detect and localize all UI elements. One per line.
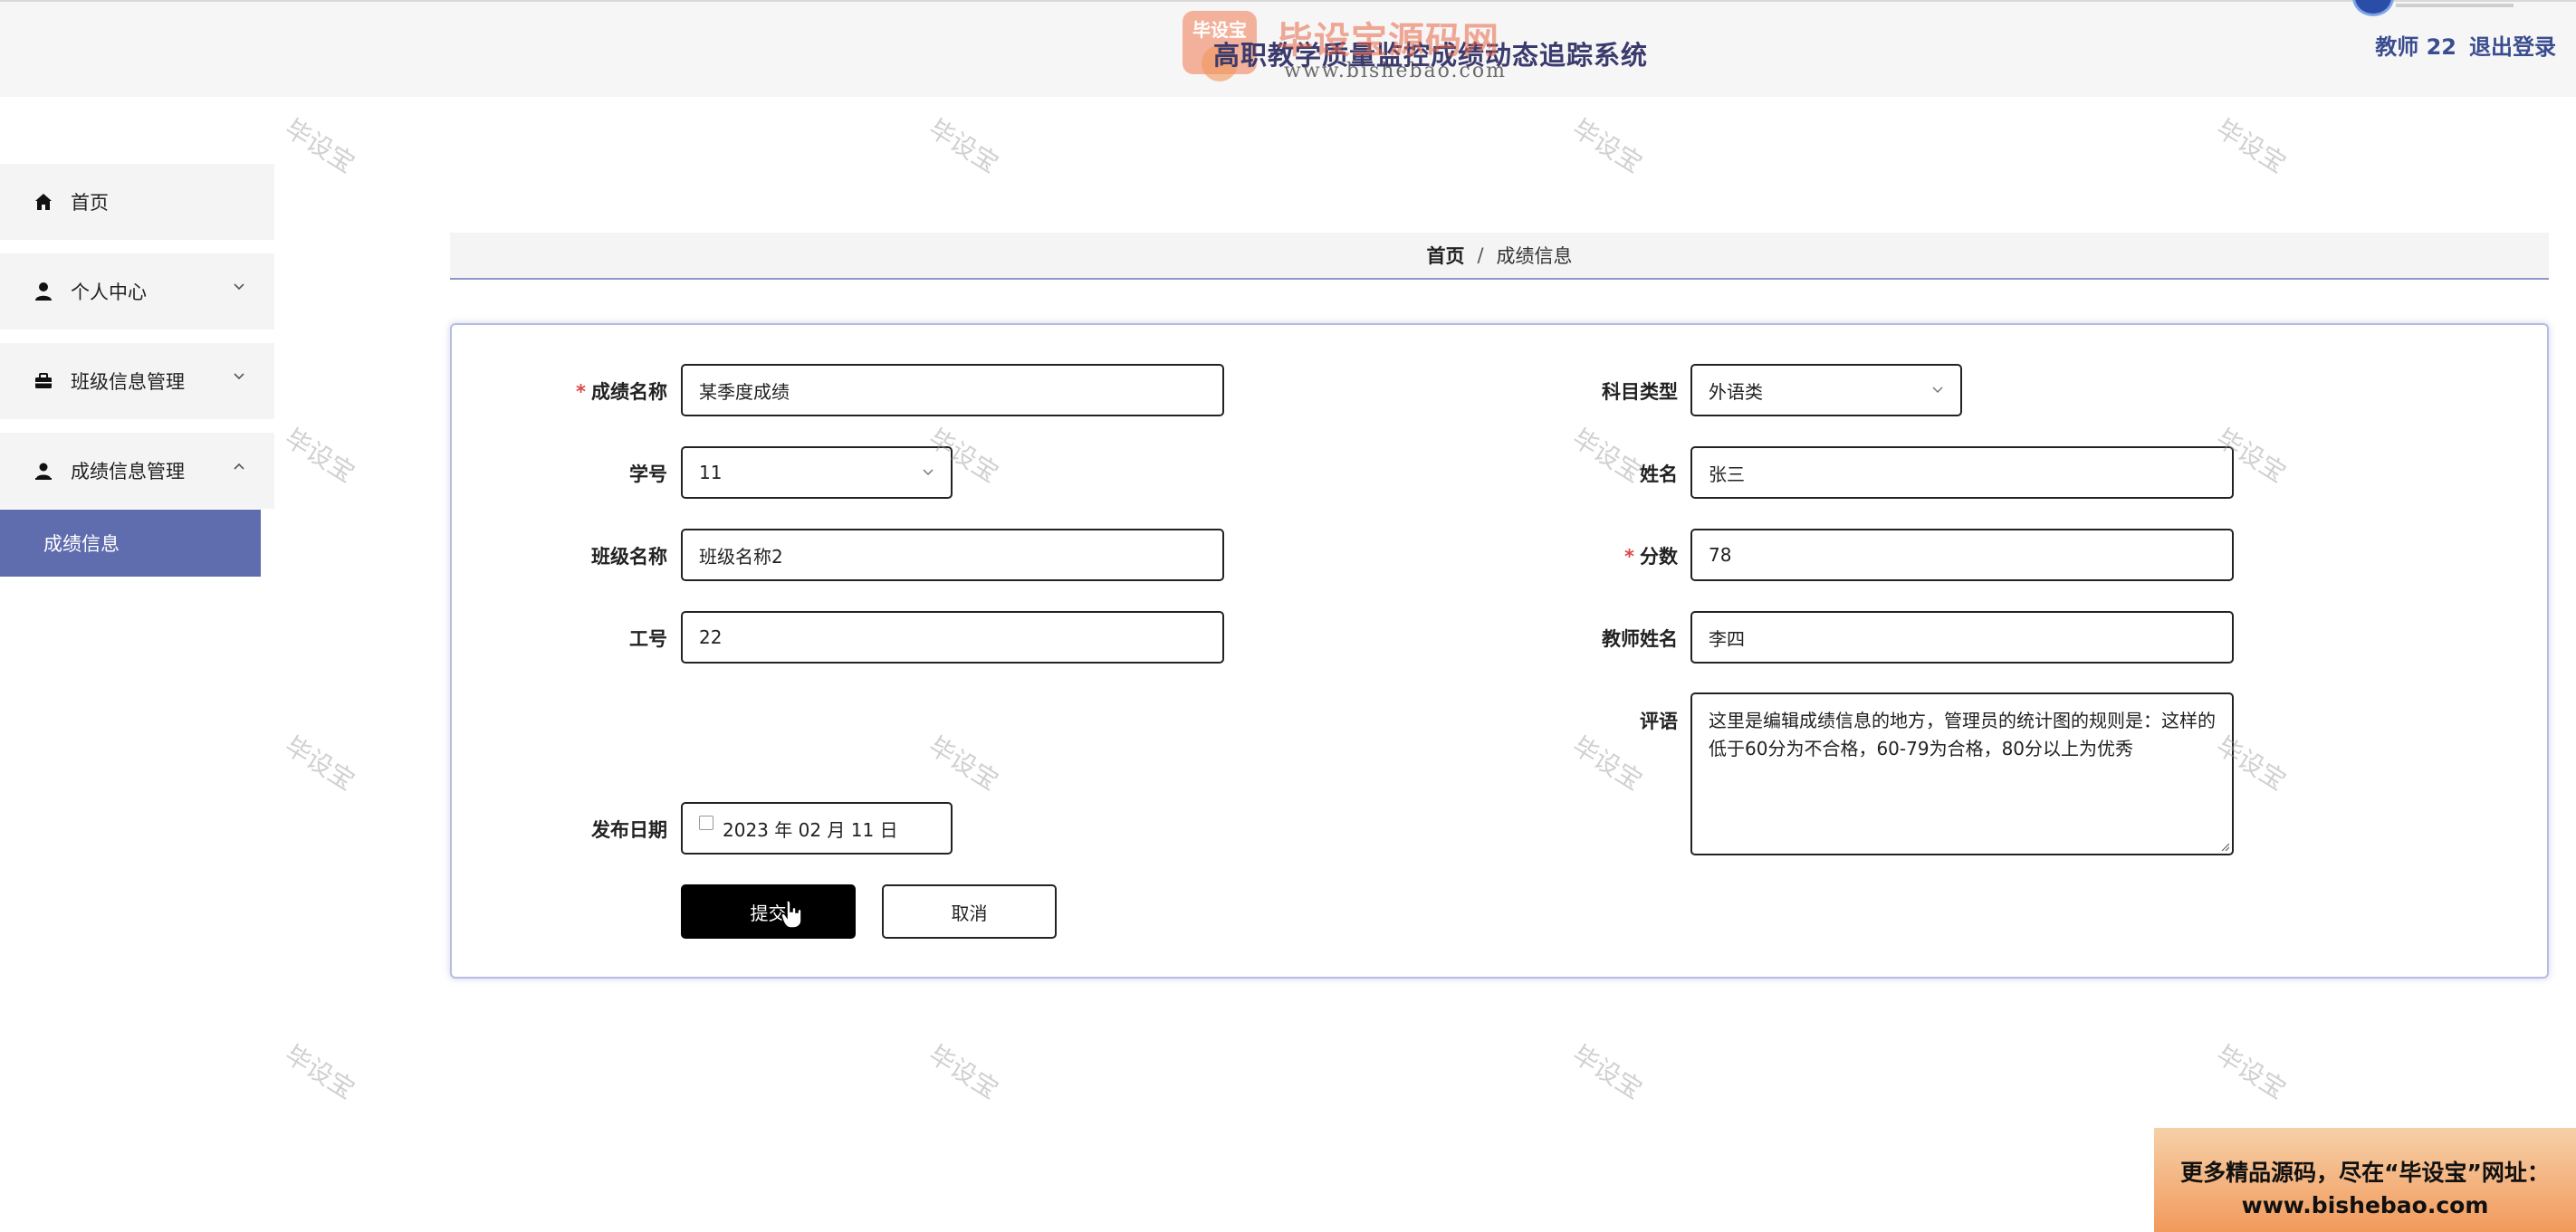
chevron-down-icon bbox=[923, 469, 934, 476]
breadcrumb: 首页 / 成绩信息 bbox=[450, 233, 2549, 280]
student-id-value: 11 bbox=[699, 462, 723, 483]
avatar[interactable] bbox=[2352, 0, 2394, 16]
publish-date-label: 发布日期 bbox=[591, 819, 667, 841]
logo-watermark-url: www.bishebao.com bbox=[1284, 60, 1507, 82]
user-area: 教师 22 退出登录 bbox=[2375, 29, 2556, 61]
score-form-card: *成绩名称 科目类型 外语类 学号 11 姓名 班级名称 *分数 工号 教师姓名… bbox=[450, 323, 2549, 979]
student-name-label: 姓名 bbox=[1640, 463, 1678, 485]
watermark-tile: 毕设宝 bbox=[279, 1039, 360, 1105]
chevron-down-icon bbox=[1932, 387, 1943, 394]
resize-grip-icon[interactable] bbox=[2220, 842, 2229, 851]
staff-id-label: 工号 bbox=[629, 628, 667, 650]
sidebar-item-label: 首页 bbox=[71, 192, 109, 214]
sidebar-item-score-management[interactable]: 成绩信息管理 bbox=[0, 433, 274, 509]
header-divider bbox=[2396, 4, 2514, 7]
sidebar-subitem-score-info[interactable]: 成绩信息 bbox=[0, 510, 261, 577]
chevron-down-icon bbox=[234, 373, 244, 380]
sidebar: 首页 个人中心 班级信息管理 成绩信息管理 bbox=[0, 164, 274, 522]
student-id-select[interactable]: 11 bbox=[681, 446, 953, 499]
calendar-icon bbox=[699, 816, 713, 830]
sidebar-item-label: 班级信息管理 bbox=[71, 371, 185, 393]
teacher-name-input[interactable] bbox=[1690, 611, 2234, 664]
watermark-tile: 毕设宝 bbox=[1566, 1039, 1648, 1105]
subject-type-select[interactable]: 外语类 bbox=[1690, 364, 1962, 416]
score-input[interactable] bbox=[1690, 529, 2234, 581]
user-icon bbox=[33, 460, 54, 482]
comment-textarea[interactable]: 这里是编辑成绩信息的地方，管理员的统计图的规则是：这样的低于60分为不合格，60… bbox=[1690, 692, 2234, 855]
promo-line-2: www.bishebao.com bbox=[2241, 1192, 2489, 1218]
required-mark: * bbox=[576, 381, 586, 403]
sidebar-item-label: 成绩信息管理 bbox=[71, 461, 185, 482]
publish-date-value: 2023 年 02 月 11 日 bbox=[723, 818, 898, 841]
class-name-input[interactable] bbox=[681, 529, 1224, 581]
watermark-tile: 毕设宝 bbox=[2210, 1039, 2292, 1105]
top-header: 毕设宝 高职教学质量监控成绩动态追踪系统 毕设宝源码网 www.bishebao… bbox=[0, 0, 2576, 97]
submit-button[interactable]: 提交 bbox=[681, 884, 856, 939]
watermark-tile: 毕设宝 bbox=[2210, 113, 2292, 179]
chevron-down-icon bbox=[234, 283, 244, 291]
watermark-tile: 毕设宝 bbox=[923, 113, 1004, 179]
sidebar-item-home[interactable]: 首页 bbox=[0, 164, 274, 240]
watermark-tile: 毕设宝 bbox=[923, 1039, 1004, 1105]
publish-date-input[interactable]: 2023 年 02 月 11 日 bbox=[681, 802, 953, 855]
score-name-input[interactable] bbox=[681, 364, 1224, 416]
required-mark: * bbox=[1624, 546, 1634, 568]
student-name-input[interactable] bbox=[1690, 446, 2234, 499]
sidebar-item-label: 个人中心 bbox=[71, 282, 147, 303]
chevron-up-icon bbox=[234, 463, 244, 470]
breadcrumb-home[interactable]: 首页 bbox=[1426, 242, 1464, 269]
comment-label: 评语 bbox=[1640, 711, 1678, 732]
score-label: * 分数 bbox=[1624, 546, 1678, 568]
teacher-name-label: 教师姓名 bbox=[1602, 628, 1678, 650]
subject-type-value: 外语类 bbox=[1709, 380, 1763, 403]
logout-link[interactable]: 退出登录 bbox=[2469, 29, 2556, 61]
watermark-tile: 毕设宝 bbox=[279, 113, 360, 179]
cancel-button[interactable]: 取消 bbox=[882, 884, 1057, 939]
watermark-tile: 毕设宝 bbox=[279, 423, 360, 489]
staff-id-input[interactable] bbox=[681, 611, 1224, 664]
user-icon bbox=[33, 281, 54, 302]
watermark-tile: 毕设宝 bbox=[279, 731, 360, 797]
promo-banner[interactable]: 更多精品源码，尽在“毕设宝”网址： www.bishebao.com bbox=[2154, 1128, 2576, 1232]
student-id-label: 学号 bbox=[629, 463, 667, 485]
logo-watermark-text: 毕设宝源码网 bbox=[1277, 20, 1499, 62]
briefcase-icon bbox=[33, 370, 54, 392]
watermark-tile: 毕设宝 bbox=[1566, 113, 1648, 179]
class-name-label: 班级名称 bbox=[591, 546, 667, 568]
score-name-label: * 成绩名称 bbox=[576, 381, 667, 403]
subject-type-label: 科目类型 bbox=[1602, 381, 1678, 403]
promo-line-1: 更多精品源码，尽在“毕设宝”网址： bbox=[2180, 1160, 2550, 1186]
comment-text: 这里是编辑成绩信息的地方，管理员的统计图的规则是：这样的低于60分为不合格，60… bbox=[1709, 710, 2216, 759]
hand-cursor-icon bbox=[780, 900, 802, 929]
sidebar-item-personal-center[interactable]: 个人中心 bbox=[0, 253, 274, 329]
sidebar-item-class-management[interactable]: 班级信息管理 bbox=[0, 343, 274, 419]
current-user-label: 教师 22 bbox=[2375, 34, 2456, 60]
home-icon bbox=[33, 191, 54, 213]
breadcrumb-current: 成绩信息 bbox=[1496, 245, 1573, 267]
breadcrumb-separator: / bbox=[1477, 244, 1484, 266]
